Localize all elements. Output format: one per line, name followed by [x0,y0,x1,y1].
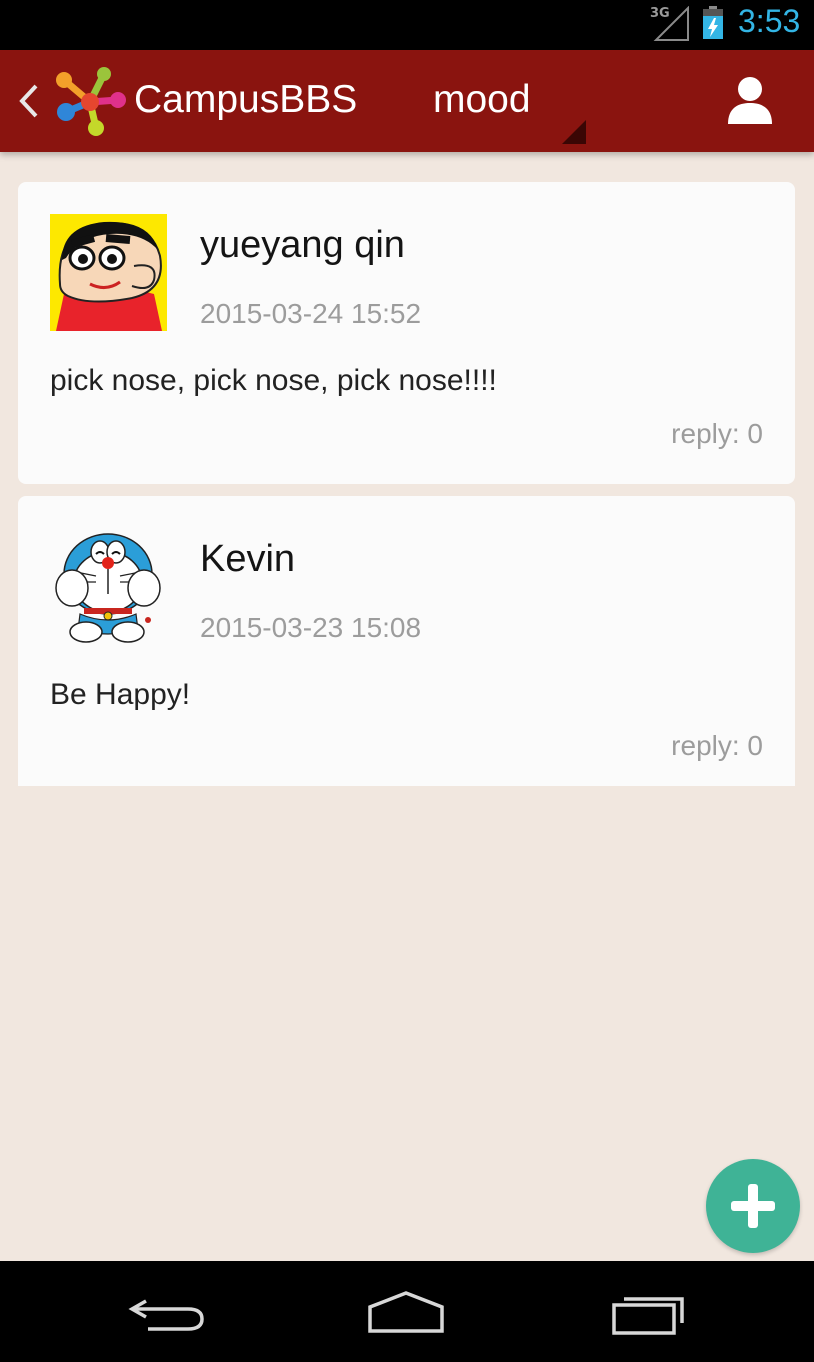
clock: 3:53 [738,3,801,39]
home-icon[interactable] [364,1287,448,1339]
section-spinner-label: mood [433,78,531,121]
post-card[interactable]: Kevin 2015-03-23 15:08 Be Happy! reply: … [18,496,795,786]
status-bar: 3G 3:53 [0,0,814,50]
post-content: pick nose, pick nose, pick nose!!!! [50,364,497,397]
chevron-left-icon[interactable] [16,82,42,120]
post-timestamp: 2015-03-23 15:08 [200,612,422,643]
post-content: Be Happy! [50,678,191,711]
post-author: yueyang qin [200,224,405,266]
shin-chan-avatar [50,214,167,331]
post-card[interactable]: yueyang qin 2015-03-24 15:52 pick nose, … [18,182,795,484]
app-title[interactable]: CampusBBS [134,78,357,122]
post-author: Kevin [200,538,296,580]
action-bar: CampusBBS mood [0,50,814,152]
section-spinner[interactable]: mood [420,60,590,144]
battery-charging-icon [703,6,723,39]
spinner-arrow-icon [562,120,586,144]
reply-count: reply: 0 [671,418,763,449]
plus-icon [731,1184,775,1228]
back-arrow-icon[interactable] [126,1287,210,1339]
new-post-button[interactable] [706,1159,800,1253]
reply-count: reply: 0 [671,730,763,761]
navigation-bar [0,1261,814,1362]
network-type-label: 3G [650,6,670,21]
doraemon-avatar [55,533,161,643]
campusbbs-logo-icon[interactable] [52,66,128,138]
user-profile-icon[interactable] [726,74,774,126]
post-timestamp: 2015-03-24 15:52 [200,298,422,329]
recent-apps-icon[interactable] [606,1287,690,1339]
